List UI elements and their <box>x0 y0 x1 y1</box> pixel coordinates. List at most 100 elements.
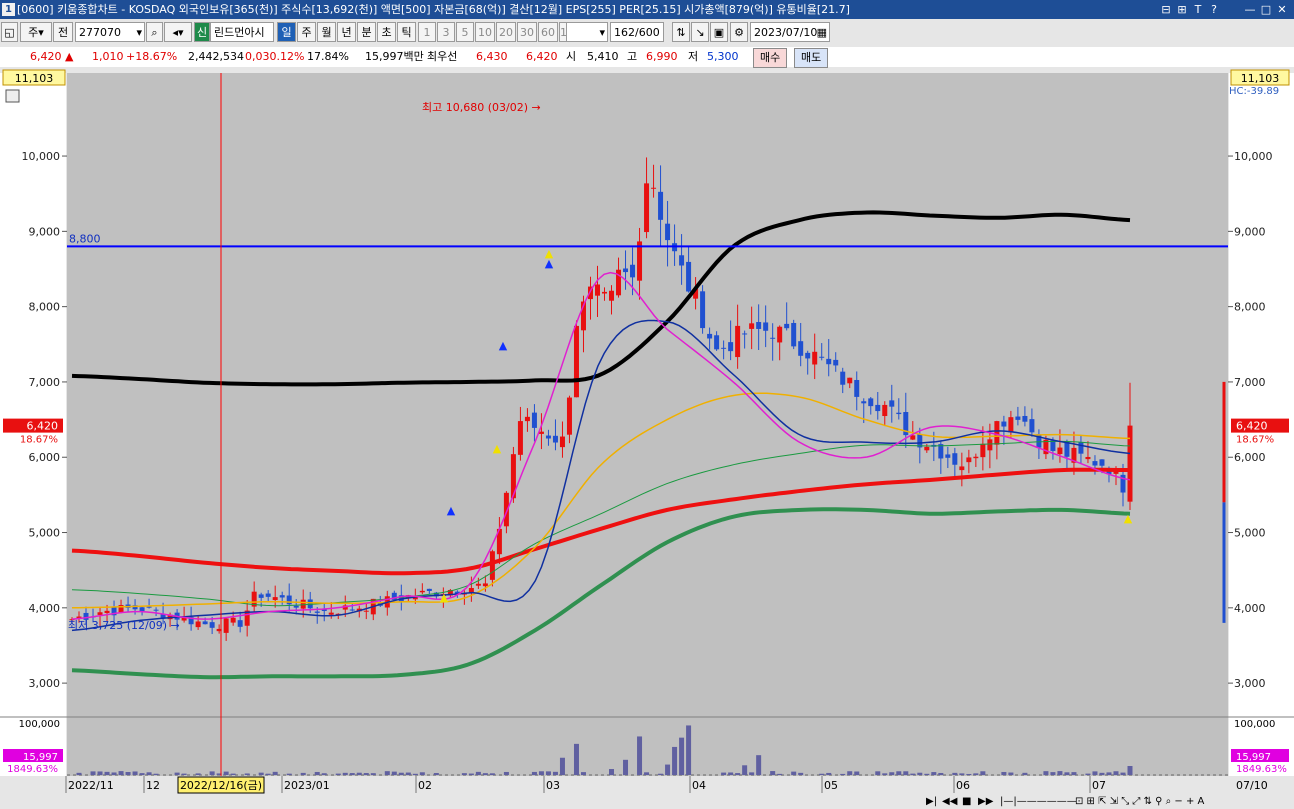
save-icon[interactable]: ▣ <box>710 22 728 42</box>
tile-icon[interactable]: ⊞ <box>1174 0 1190 19</box>
volume-bar <box>391 771 397 775</box>
buy-button[interactable]: 매수 <box>753 48 788 68</box>
candle-body <box>987 439 993 451</box>
stop-icon[interactable]: ■ <box>962 795 971 809</box>
restore-layout-icon[interactable]: ⊟ <box>1158 0 1174 19</box>
current-pct-left: 18.67% <box>20 435 58 446</box>
search-icon[interactable]: ⌕ <box>146 22 163 42</box>
interval-button[interactable]: 60 <box>538 22 558 42</box>
volume-bar <box>1001 771 1007 775</box>
plot-area[interactable] <box>67 73 1228 776</box>
volume-bar <box>1071 772 1077 775</box>
volume-bar <box>749 772 755 775</box>
candle-body <box>1064 441 1070 457</box>
volume-bar <box>1064 772 1070 775</box>
candle-body <box>1015 416 1021 420</box>
volume-current-right: 15,997 <box>1236 752 1271 763</box>
sell-button[interactable]: 매도 <box>794 48 829 68</box>
period-button[interactable]: 초 <box>377 22 396 42</box>
volume-bar <box>679 737 685 775</box>
horizontal-line-label: 8,800 <box>69 232 101 245</box>
volume-bar <box>272 771 278 775</box>
text-icon[interactable]: T <box>1190 0 1206 19</box>
compare-icon[interactable]: ⇅ <box>672 22 690 42</box>
gear-icon[interactable]: ⚙ <box>730 22 748 42</box>
volume-bar <box>545 771 551 775</box>
x-axis-label: 2023/01 <box>284 779 330 792</box>
volume-bar <box>665 764 671 775</box>
interval-button[interactable]: 3 <box>437 22 455 42</box>
volume-bar <box>398 772 404 775</box>
volume-bar <box>503 771 509 775</box>
period-button[interactable]: 분 <box>357 22 376 42</box>
volume-bar <box>230 773 236 775</box>
maximize-icon[interactable]: □ <box>1258 0 1274 19</box>
minimize-icon[interactable]: — <box>1242 0 1258 19</box>
candle-body <box>517 421 523 455</box>
rewind-icon[interactable]: ◀◀ <box>942 795 957 809</box>
x-axis-label: 03 <box>546 779 560 792</box>
candle-body <box>854 380 860 397</box>
volume-bar <box>875 771 881 775</box>
count-input[interactable]: 162/600 <box>610 22 664 42</box>
candle-body <box>1078 442 1084 454</box>
stock-code-input[interactable]: 277070 ▾ <box>75 22 145 42</box>
candle-body <box>889 400 895 407</box>
close-icon[interactable]: ✕ <box>1274 0 1290 19</box>
quote-bar: 6,420 ▲ 1,010 +18.67% 2,442,534 0,030.12… <box>0 47 1294 68</box>
type-select[interactable]: 주▾ <box>20 22 52 42</box>
interval-button[interactable]: 10 <box>475 22 495 42</box>
interval-button[interactable]: 5 <box>456 22 474 42</box>
candle-body <box>1001 421 1007 427</box>
volume-bar <box>952 772 958 775</box>
date-input[interactable]: 2023/07/10 ▦ <box>750 22 830 42</box>
volume-current-left: 15,997 <box>23 752 58 763</box>
volume-bar <box>370 773 376 775</box>
period-button[interactable]: 년 <box>337 22 356 42</box>
trend-icon[interactable]: ↘ <box>691 22 709 42</box>
stock-list-icon[interactable]: ◂▾ <box>164 22 192 42</box>
zoom-slider[interactable]: |—|—————— <box>1000 795 1077 809</box>
volume-bar <box>412 773 418 775</box>
open-label: 시 <box>566 50 577 63</box>
candle-body <box>328 612 334 615</box>
right-tick-label: 5,000 <box>1234 527 1266 540</box>
price-chart[interactable]: 3,000 3,000 4,000 4,000 5,000 5,000 6,000 6,000… <box>0 69 1294 795</box>
period-button[interactable]: 일 <box>277 22 296 42</box>
volume-bar <box>335 773 341 775</box>
period-button[interactable]: 주 <box>297 22 316 42</box>
forward-icon[interactable]: ▶▶ <box>978 795 993 809</box>
period-button[interactable]: 월 <box>317 22 336 42</box>
candle-body <box>552 435 558 443</box>
custom-interval-input[interactable]: ▾ <box>566 22 608 42</box>
volume-bar <box>1099 772 1105 775</box>
volume-pct-left: 1849.63% <box>7 764 58 775</box>
period-select[interactable]: 전 <box>53 22 73 42</box>
period-button[interactable]: 틱 <box>397 22 416 42</box>
volume-bar <box>686 725 692 775</box>
help-icon[interactable]: ? <box>1206 0 1222 19</box>
candle-body <box>784 323 790 329</box>
scroll-right-icon[interactable]: ▶| <box>926 795 937 809</box>
high-price: 6,990 <box>646 50 678 63</box>
interval-button[interactable]: 20 <box>496 22 516 42</box>
candle-body <box>237 620 243 627</box>
volume-bar <box>623 759 629 775</box>
volume-bar <box>742 765 748 775</box>
volume-bar <box>286 773 292 775</box>
volume-bar <box>419 772 425 775</box>
volume-bar <box>538 771 544 775</box>
volume-bar <box>924 773 930 775</box>
right-tick-label: 9,000 <box>1234 225 1266 238</box>
candle-body <box>202 621 208 625</box>
chart-settings-icon[interactable]: ◱ <box>1 22 18 42</box>
volume-bar <box>658 773 664 775</box>
candle-body <box>279 595 285 598</box>
right-tick-label: 4,000 <box>1234 602 1266 615</box>
current-price-left: 6,420 <box>27 420 59 433</box>
candle-body <box>742 333 748 335</box>
chart-type-icons[interactable]: ⊡ ⊞ ⇱ ⇲ ⤡ ⤢ ⇅ ⚲ ⌕ − + A <box>1075 795 1204 809</box>
candle-body <box>882 404 888 417</box>
interval-button[interactable]: 1 <box>418 22 436 42</box>
interval-button[interactable]: 30 <box>517 22 537 42</box>
